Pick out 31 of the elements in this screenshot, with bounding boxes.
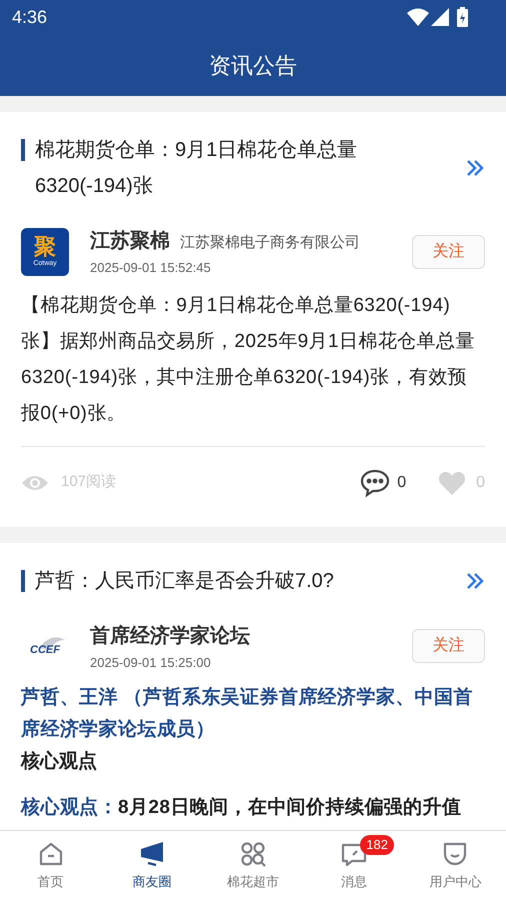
battery-icon [457, 7, 468, 27]
logo-text: 聚 [34, 235, 56, 260]
post-title: 棉花期货仓单：9月1日棉花仓单总量6320(-194)张 [35, 138, 358, 199]
author-name: 江苏聚棉 [90, 229, 170, 254]
nav-tab[interactable]: 用户中心 [404, 831, 506, 900]
post-body: 核心观点：8月28日晚间，在中间价持续偏强的升值 [21, 796, 462, 820]
post-byline: 芦哲、王洋 （芦哲系东吴证券首席经济学家、中国首席经济学家论坛成员） [21, 686, 474, 742]
nav-tab[interactable]: 棉花超市 [202, 831, 304, 900]
follow-button[interactable]: 关注 [412, 234, 485, 269]
page-title: 资讯公告 [209, 52, 297, 80]
status-time: 4:36 [12, 6, 48, 28]
post-heading: 核心观点 [21, 750, 98, 774]
double-chevron-icon[interactable] [465, 158, 485, 178]
logo-text: CCEF [30, 643, 60, 658]
post-time: 2025-09-01 15:52:45 [90, 259, 212, 277]
company-name: 江苏聚棉电子商务有限公司 [180, 233, 360, 253]
nav-tab[interactable]: 首页 [0, 831, 102, 900]
post-time: 2025-09-01 15:25:00 [90, 654, 212, 672]
signal-icon [431, 8, 449, 26]
comment-icon[interactable] [359, 468, 392, 498]
wifi-icon [407, 8, 429, 26]
follow-button[interactable]: 关注 [412, 629, 485, 664]
nav-tab[interactable]: 商友圈 [101, 831, 202, 900]
grid-search-icon [239, 840, 267, 868]
double-chevron-icon[interactable] [465, 570, 485, 590]
nav-tab[interactable]: 消息 182 [304, 831, 405, 900]
comment-count: 0 [397, 472, 406, 492]
unread-badge: 182 [360, 835, 394, 855]
post-title: 芦哲：人民币汇率是否会升破7.0? [35, 568, 334, 594]
author-name: 首席经济学家论坛 [90, 624, 250, 648]
post-body: 【棉花期货仓单：9月1日棉花仓单总量6320(-194)张】据郑州商品交易所，2025年9月1日棉花仓单总量6320(-194)张，其中注册仓单6320(-194)张，有效预报0(+0)张。 [21, 294, 476, 426]
